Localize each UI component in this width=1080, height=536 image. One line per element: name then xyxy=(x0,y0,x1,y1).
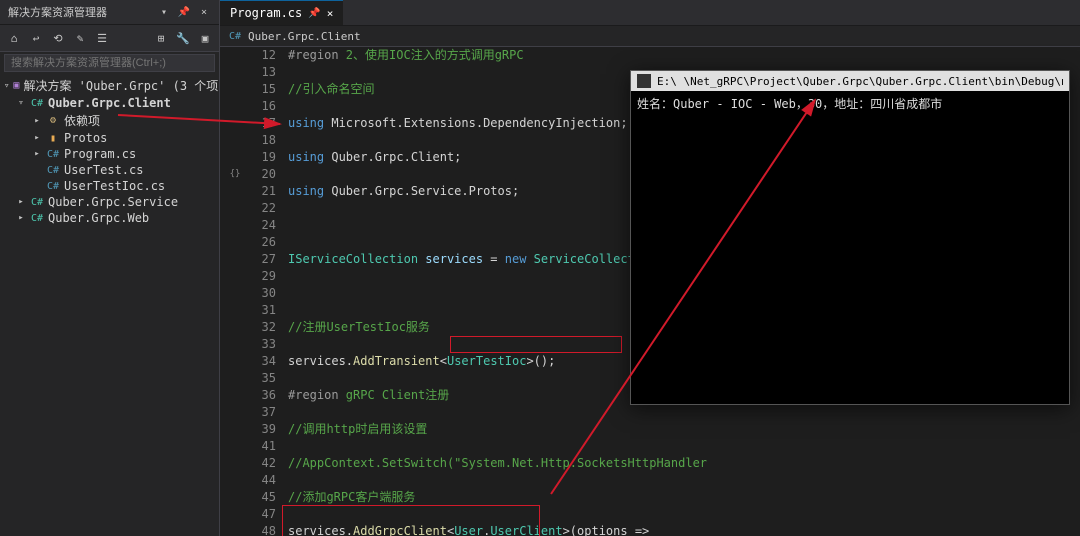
explorer-toolbar: ⌂ ↩ ⟲ ✎ ☰ ⊞ 🔧 ▣ xyxy=(0,25,219,52)
usertest-file[interactable]: C# UserTest.cs xyxy=(0,162,219,178)
console-titlebar[interactable]: E:\ \Net_gRPC\Project\Quber.Grpc\Quber.G… xyxy=(631,71,1069,91)
home-icon[interactable]: ⌂ xyxy=(4,28,24,48)
tab-label: Program.cs xyxy=(230,6,302,20)
props-icon[interactable]: 🔧 xyxy=(173,28,193,48)
brush-icon[interactable]: ✎ xyxy=(70,28,90,48)
pin-icon[interactable]: 📌 xyxy=(177,5,191,19)
chevron-right-icon: ▸ xyxy=(32,133,42,143)
chevron-down-icon: ▿ xyxy=(16,98,26,108)
solution-tree: ▿ ▣ 解决方案 'Quber.Grpc' (3 个项目，共 3 个) ▿ C#… xyxy=(0,74,219,536)
chevron-right-icon: ▸ xyxy=(32,116,42,126)
close-icon[interactable]: × xyxy=(197,5,211,19)
tab-close-icon[interactable]: × xyxy=(327,7,334,20)
chevron-down-icon: ▿ xyxy=(4,81,9,91)
console-title: E:\ \Net_gRPC\Project\Quber.Grpc\Quber.G… xyxy=(657,75,1063,88)
chevron-right-icon: ▸ xyxy=(32,149,42,159)
solution-icon: ▣ xyxy=(13,79,19,93)
dropdown-icon[interactable]: ▾ xyxy=(157,5,171,19)
filter-icon[interactable]: ☰ xyxy=(92,28,112,48)
fold-column[interactable]: {} xyxy=(220,47,250,536)
cs-file-icon: C# xyxy=(228,29,242,43)
project-web[interactable]: ▸ C# Quber.Grpc.Web xyxy=(0,210,219,226)
csproj-icon: C# xyxy=(30,96,44,110)
explorer-search xyxy=(0,52,219,74)
deps-icon: ⚙ xyxy=(46,114,60,128)
pin-icon[interactable]: 📌 xyxy=(308,8,320,19)
showall-icon[interactable]: ⊞ xyxy=(151,28,171,48)
console-output: 姓名：Quber - IOC - Web，30，地址：四川省成都市 xyxy=(631,91,1069,116)
search-input[interactable] xyxy=(4,54,215,72)
app-icon xyxy=(637,74,651,88)
tab-bar: Program.cs 📌 × xyxy=(220,0,1080,26)
line-gutter: 1213151617181920212224262729303132333435… xyxy=(250,47,288,536)
deps-node[interactable]: ▸ ⚙ 依赖项 xyxy=(0,111,219,130)
cs-file-icon: C# xyxy=(46,179,60,193)
back-icon[interactable]: ↩ xyxy=(26,28,46,48)
cs-file-icon: C# xyxy=(46,147,60,161)
project-service[interactable]: ▸ C# Quber.Grpc.Service xyxy=(0,194,219,210)
solution-node[interactable]: ▿ ▣ 解决方案 'Quber.Grpc' (3 个项目，共 3 个) xyxy=(0,76,219,95)
usertestioc-file[interactable]: C# UserTestIoc.cs xyxy=(0,178,219,194)
protos-folder[interactable]: ▸ ▮ Protos xyxy=(0,130,219,146)
breadcrumb[interactable]: C# Quber.Grpc.Client xyxy=(220,26,1080,47)
chevron-right-icon: ▸ xyxy=(16,197,26,207)
project-client[interactable]: ▿ C# Quber.Grpc.Client xyxy=(0,95,219,111)
folder-icon: ▮ xyxy=(46,131,60,145)
solution-explorer: 解决方案资源管理器 ▾ 📌 × ⌂ ↩ ⟲ ✎ ☰ ⊞ 🔧 ▣ ▿ ▣ 解 xyxy=(0,0,220,536)
sync-icon[interactable]: ⟲ xyxy=(48,28,68,48)
tab-program[interactable]: Program.cs 📌 × xyxy=(220,0,343,25)
expand-icon[interactable]: ▣ xyxy=(195,28,215,48)
csproj-icon: C# xyxy=(30,195,44,209)
cs-file-icon: C# xyxy=(46,163,60,177)
program-file[interactable]: ▸ C# Program.cs xyxy=(0,146,219,162)
chevron-right-icon: ▸ xyxy=(16,213,26,223)
csproj-icon: C# xyxy=(30,211,44,225)
breadcrumb-ns: Quber.Grpc.Client xyxy=(248,30,361,43)
panel-title: 解决方案资源管理器 xyxy=(8,4,107,20)
console-window[interactable]: E:\ \Net_gRPC\Project\Quber.Grpc\Quber.G… xyxy=(630,70,1070,405)
panel-header: 解决方案资源管理器 ▾ 📌 × xyxy=(0,0,219,25)
